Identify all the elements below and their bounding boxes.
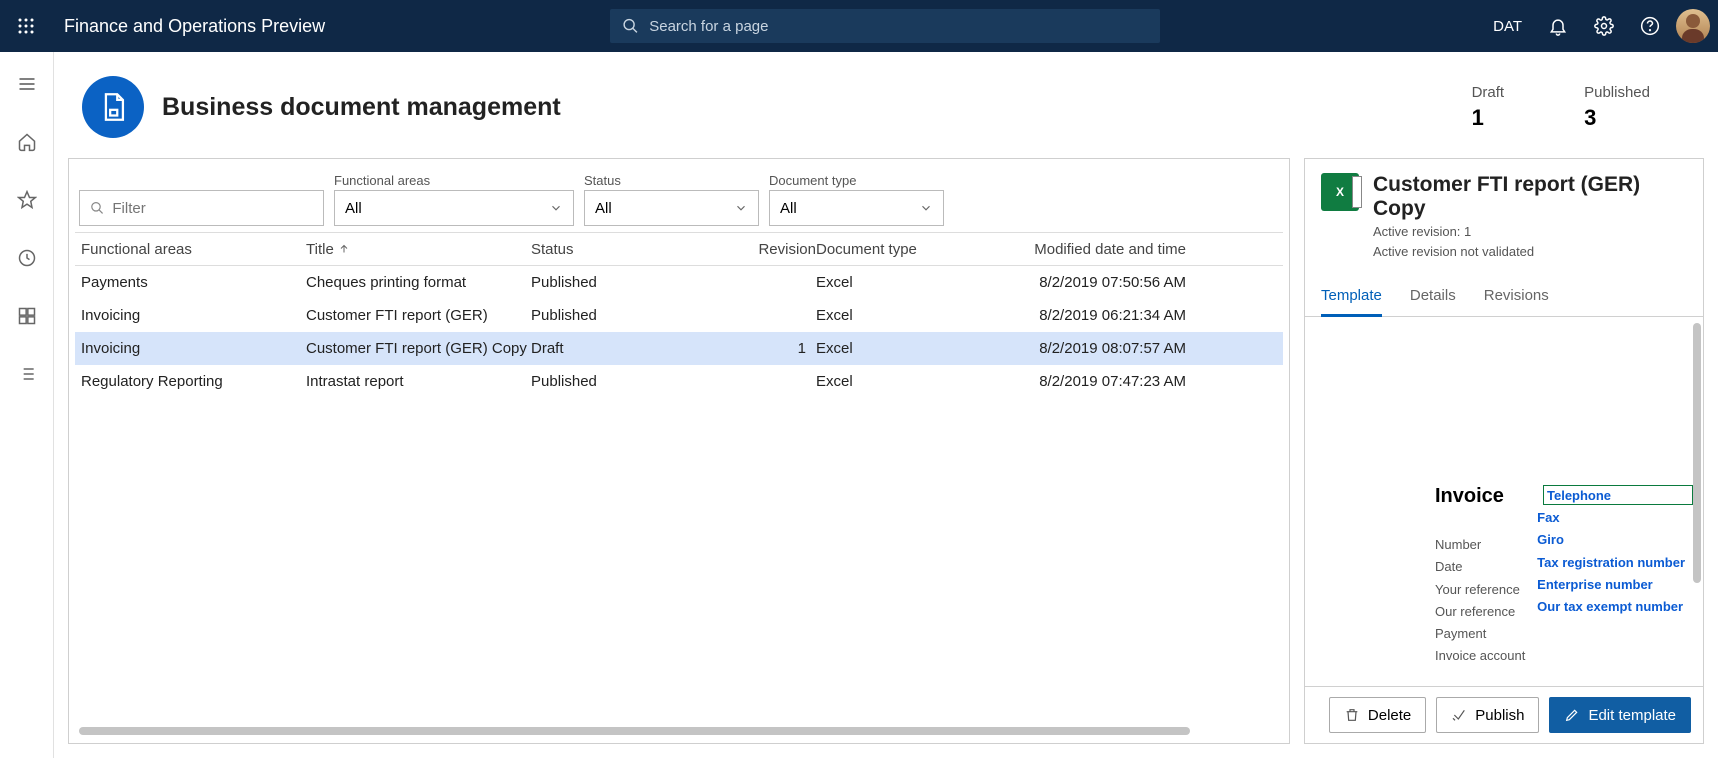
- page-icon: [82, 76, 144, 138]
- table-row[interactable]: InvoicingCustomer FTI report (GER)Publis…: [75, 299, 1283, 332]
- draft-counter-label: Draft: [1472, 84, 1505, 101]
- preview-field-link: Our tax exempt number: [1537, 596, 1685, 618]
- rail-modules-icon[interactable]: [9, 356, 45, 392]
- cell-modified: 8/2/2019 07:47:23 AM: [986, 373, 1186, 390]
- notifications-icon[interactable]: [1538, 6, 1578, 46]
- list-panel: Functional areas All Status All: [68, 158, 1290, 744]
- preview-field-link: Fax: [1537, 507, 1685, 529]
- publish-icon: [1451, 707, 1467, 723]
- cell-document-type: Excel: [816, 307, 986, 324]
- cell-revision: 1: [741, 340, 816, 357]
- col-status[interactable]: Status: [531, 241, 741, 258]
- search-icon: [622, 17, 639, 35]
- doctype-filter[interactable]: All: [769, 190, 944, 226]
- user-avatar[interactable]: [1676, 9, 1710, 43]
- preview-field-link: Tax registration number: [1537, 552, 1685, 574]
- delete-button[interactable]: Delete: [1329, 697, 1426, 733]
- col-modified[interactable]: Modified date and time: [986, 241, 1186, 258]
- chevron-down-icon: [919, 201, 933, 215]
- status-filter[interactable]: All: [584, 190, 759, 226]
- table-row[interactable]: PaymentsCheques printing formatPublished…: [75, 266, 1283, 299]
- preview-title: Customer FTI report (GER) Copy: [1373, 173, 1687, 221]
- tab-template[interactable]: Template: [1321, 277, 1382, 317]
- settings-icon[interactable]: [1584, 6, 1624, 46]
- publish-button[interactable]: Publish: [1436, 697, 1539, 733]
- cell-status: Published: [531, 274, 741, 291]
- cell-modified: 8/2/2019 08:07:57 AM: [986, 340, 1186, 357]
- cell-status: Draft: [531, 340, 741, 357]
- excel-file-icon: X: [1321, 173, 1359, 211]
- table-row[interactable]: Regulatory ReportingIntrastat reportPubl…: [75, 365, 1283, 398]
- table-header: Functional areas Title Status Revision D…: [75, 233, 1283, 266]
- cell-title: Cheques printing format: [306, 274, 531, 291]
- horizontal-scrollbar[interactable]: [75, 725, 1283, 737]
- chevron-down-icon: [549, 201, 563, 215]
- cell-status: Published: [531, 373, 741, 390]
- col-revision[interactable]: Revision: [741, 241, 816, 258]
- rail-home-icon[interactable]: [9, 124, 45, 160]
- rail-favorites-icon[interactable]: [9, 182, 45, 218]
- filter-input[interactable]: [79, 190, 324, 226]
- chevron-down-icon: [734, 201, 748, 215]
- col-functional-areas[interactable]: Functional areas: [81, 241, 306, 258]
- help-icon[interactable]: [1630, 6, 1670, 46]
- cell-title: Customer FTI report (GER): [306, 307, 531, 324]
- global-search[interactable]: [610, 9, 1160, 43]
- tab-details[interactable]: Details: [1410, 277, 1456, 316]
- preview-panel: X Customer FTI report (GER) Copy Active …: [1304, 158, 1704, 744]
- published-counter-label: Published: [1584, 84, 1650, 101]
- filter-icon: [90, 200, 104, 216]
- edit-template-button[interactable]: Edit template: [1549, 697, 1691, 733]
- rail-menu-icon[interactable]: [9, 66, 45, 102]
- func-areas-filter-label: Functional areas: [334, 173, 574, 188]
- preview-sub1: Active revision: 1: [1373, 223, 1687, 241]
- rail-workspaces-icon[interactable]: [9, 298, 45, 334]
- search-input[interactable]: [649, 18, 1148, 35]
- cell-document-type: Excel: [816, 340, 986, 357]
- cell-title: Customer FTI report (GER) Copy: [306, 340, 531, 357]
- cell-status: Published: [531, 307, 741, 324]
- col-title[interactable]: Title: [306, 241, 531, 258]
- doctype-filter-label: Document type: [769, 173, 944, 188]
- app-title: Finance and Operations Preview: [64, 16, 325, 37]
- status-filter-label: Status: [584, 173, 759, 188]
- page-title: Business document management: [162, 93, 561, 122]
- preview-sub2: Active revision not validated: [1373, 243, 1687, 261]
- cell-title: Intrastat report: [306, 373, 531, 390]
- preview-field-link: Enterprise number: [1537, 574, 1685, 596]
- cell-functional-areas: Regulatory Reporting: [81, 373, 306, 390]
- published-counter-value: 3: [1584, 105, 1650, 131]
- documents-table: Functional areas Title Status Revision D…: [75, 232, 1283, 725]
- sort-asc-icon: [338, 243, 350, 255]
- template-preview: Telephone FaxGiroTax registration number…: [1315, 485, 1695, 686]
- cell-modified: 8/2/2019 06:21:34 AM: [986, 307, 1186, 324]
- app-launcher-icon[interactable]: [8, 8, 44, 44]
- rail-recent-icon[interactable]: [9, 240, 45, 276]
- edit-icon: [1564, 707, 1580, 723]
- table-row[interactable]: InvoicingCustomer FTI report (GER) CopyD…: [75, 332, 1283, 365]
- company-selector[interactable]: DAT: [1483, 18, 1532, 35]
- func-areas-filter[interactable]: All: [334, 190, 574, 226]
- preview-field-link: Giro: [1537, 529, 1685, 551]
- cell-functional-areas: Payments: [81, 274, 306, 291]
- trash-icon: [1344, 707, 1360, 723]
- cell-document-type: Excel: [816, 373, 986, 390]
- cell-document-type: Excel: [816, 274, 986, 291]
- preview-cell-telephone: Telephone: [1543, 485, 1693, 505]
- cell-functional-areas: Invoicing: [81, 340, 306, 357]
- draft-counter-value: 1: [1472, 105, 1505, 131]
- invoice-field-label: Payment: [1435, 623, 1695, 645]
- cell-functional-areas: Invoicing: [81, 307, 306, 324]
- tab-revisions[interactable]: Revisions: [1484, 277, 1549, 316]
- col-document-type[interactable]: Document type: [816, 241, 986, 258]
- invoice-field-label: Invoice account: [1435, 645, 1695, 667]
- cell-modified: 8/2/2019 07:50:56 AM: [986, 274, 1186, 291]
